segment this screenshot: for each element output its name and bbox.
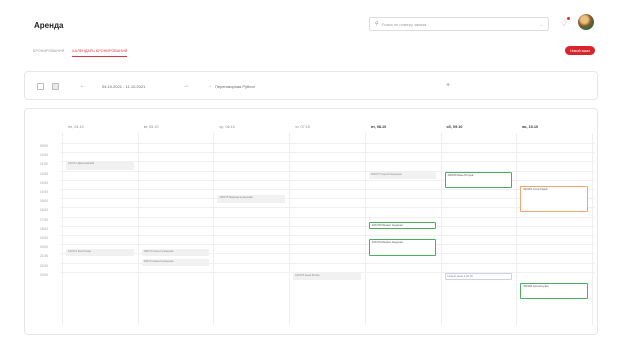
notification-dot xyxy=(567,17,571,20)
day-header: сб, 09.10 xyxy=(446,125,463,129)
booking-calendar: пн, 04.10 вт, 05.10 ср, 06.10 чт, 07.10 пт, … xyxy=(24,108,598,335)
day-header: пн, 04.10 xyxy=(68,125,84,129)
time-label: 10:00 xyxy=(40,153,48,158)
hour-line xyxy=(60,235,595,236)
calendar-toolbar: ← 04.10.2021 - 11.10.2021 → → Переговорн… xyxy=(24,71,598,100)
time-label: 16:00 xyxy=(40,208,48,213)
hour-line xyxy=(60,143,595,144)
time-label: 22:00 xyxy=(40,263,48,268)
time-label: 17:00 xyxy=(40,217,48,222)
hour-line xyxy=(60,198,595,200)
tab-bar: бронирования календарь бронирований xyxy=(33,49,128,57)
booking-event[interactable]: 100177 Сергей Кузнецов xyxy=(368,171,437,179)
search-placeholder: Поиск по номеру заказа xyxy=(381,21,427,27)
hour-line xyxy=(60,152,595,154)
time-label: 15:00 xyxy=(40,199,48,204)
list-view-icon[interactable] xyxy=(37,83,44,90)
hour-line xyxy=(60,253,595,255)
new-order-button[interactable]: Новый заказ xyxy=(565,46,595,55)
booking-event[interactable]: 100173 Анна Кузнецова xyxy=(141,248,210,257)
avatar[interactable] xyxy=(578,14,594,30)
booking-event[interactable]: 100182 Артем Кузин xyxy=(520,282,588,300)
hour-line xyxy=(60,225,595,227)
booking-event[interactable]: 100178 Михаил Андреев xyxy=(368,222,437,230)
calendar-grid: пн, 04.10 вт, 05.10 ср, 06.10 чт, 07.10 пт, … xyxy=(40,109,600,334)
time-label: 23:00 xyxy=(40,272,48,277)
day-header: пт, 08.10 xyxy=(370,125,387,129)
search-icon: ⚲ xyxy=(375,21,379,27)
booking-event[interactable]: 100179 Михаил Андреев xyxy=(368,238,437,257)
hour-line xyxy=(60,262,595,264)
time-label: 12:00 xyxy=(40,171,48,176)
time-label: 20:00 xyxy=(40,245,48,250)
hour-line xyxy=(60,179,595,181)
time-label: 09:00 xyxy=(40,144,48,148)
day-header: ср, 06.10 xyxy=(219,125,236,129)
room-arrow-icon: → xyxy=(207,83,212,89)
hour-line xyxy=(60,161,595,163)
search-input[interactable]: ⚲ Поиск по номеру заказа ⌄ xyxy=(369,17,549,31)
bell-icon[interactable]: ♢ xyxy=(560,17,571,28)
booking-event[interactable]: 100175 Марина Кузнецова xyxy=(217,195,286,203)
hour-line xyxy=(60,170,595,172)
time-label: 13:00 xyxy=(40,180,48,185)
booking-event[interactable]: 100172 Ким Ролан xyxy=(66,248,134,257)
hour-line xyxy=(60,216,595,218)
hour-line xyxy=(60,244,595,246)
day-header: чт, 07.10 xyxy=(295,125,311,129)
page-title: Аренда xyxy=(34,21,64,30)
day-header: вт, 05.10 xyxy=(143,125,159,129)
calendar-view-icon[interactable] xyxy=(52,83,59,90)
tab-booking-calendar[interactable]: календарь бронирований xyxy=(72,49,128,57)
booking-event[interactable]: Новый заказ в 20:00 xyxy=(444,272,513,281)
date-range[interactable]: 04.10.2021 - 11.10.2021 xyxy=(102,84,145,89)
arrow-left-icon[interactable]: ← xyxy=(80,82,86,90)
time-label: 19:00 xyxy=(40,236,48,240)
time-label: 14:00 xyxy=(40,190,48,194)
plus-icon[interactable]: + xyxy=(446,82,450,90)
time-label: 18:00 xyxy=(40,226,48,231)
tab-bookings[interactable]: бронирования xyxy=(33,49,64,57)
chevron-down-icon[interactable]: ⌄ xyxy=(540,22,543,27)
booking-event[interactable]: 100171 Данилевский xyxy=(66,161,134,170)
booking-event[interactable]: 100176 Анна Ролан xyxy=(293,272,361,281)
day-header: вс, 10.10 xyxy=(522,125,539,129)
room-selector[interactable]: Переговорная Python xyxy=(215,84,255,89)
booking-event[interactable]: 100174 Анна Кузнецова xyxy=(141,258,210,267)
booking-event[interactable]: 100181 Алла Ганей xyxy=(520,186,588,212)
time-label: 21:00 xyxy=(40,254,48,259)
arrow-right-icon[interactable]: → xyxy=(183,82,189,90)
hour-line xyxy=(60,207,595,209)
booking-event[interactable]: 100180 Иван Петров xyxy=(444,171,513,189)
time-label: 11:00 xyxy=(40,162,48,167)
hour-line xyxy=(60,189,595,190)
